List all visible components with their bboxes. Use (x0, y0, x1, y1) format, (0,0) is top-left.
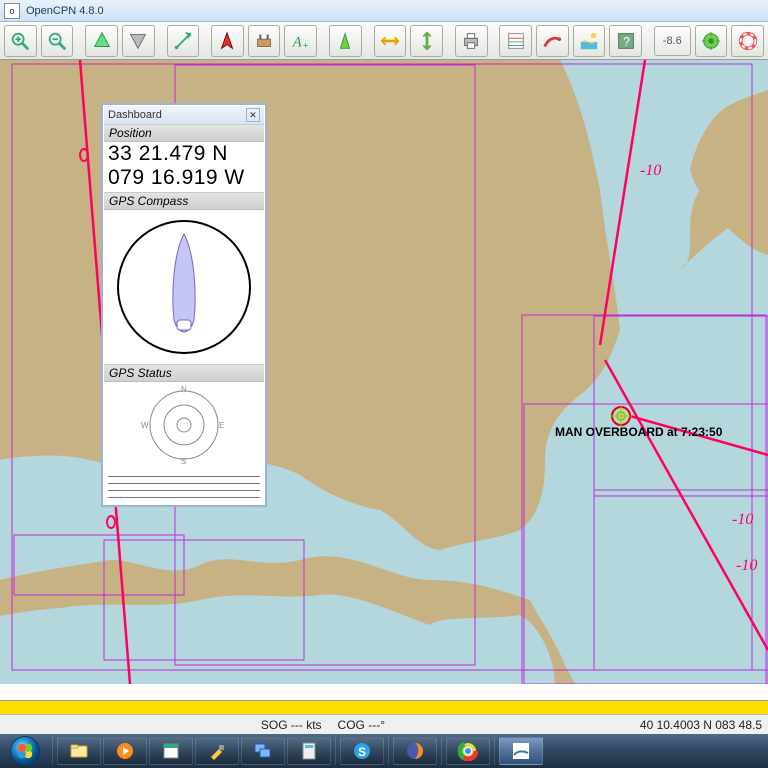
waypoint-marker[interactable] (104, 515, 118, 529)
taskbar-media-icon[interactable] (103, 737, 147, 765)
mob-label: MAN OVERBOARD at 7:23:50 (555, 425, 722, 439)
gps-status-widget: N S E W (104, 382, 264, 504)
dashboard-titlebar[interactable]: Dashboard ✕ (104, 106, 264, 124)
taskbar-app-icon[interactable] (149, 737, 193, 765)
scale-chart-down-button[interactable] (122, 25, 155, 57)
cursor-coords: 40 10.4003 N 083 48.5 (640, 718, 762, 732)
depth-label: -10 (640, 162, 661, 179)
mob-target-icon[interactable] (610, 405, 632, 427)
svg-text:S: S (358, 745, 366, 759)
taskbar-explorer-icon[interactable] (57, 737, 101, 765)
compass-s: S (181, 457, 186, 466)
app-icon: o (4, 3, 20, 19)
chart-canvas[interactable]: -10 -10 -10 MAN OVERBOARD at 7:23:50 Das… (0, 60, 768, 714)
dashboard-close-button[interactable]: ✕ (246, 108, 260, 122)
cog-value: ---° (368, 718, 385, 732)
taskbar-calc-icon[interactable] (287, 737, 331, 765)
zoom-in-button[interactable] (4, 25, 37, 57)
window-title: OpenCPN 4.8.0 (26, 5, 104, 17)
taskbar-firefox-icon[interactable] (393, 737, 437, 765)
compass-e: E (219, 421, 224, 430)
depth-label: -10 (732, 511, 753, 528)
status-bar: SOG --- kts COG ---° 40 10.4003 N 083 48… (0, 714, 768, 734)
compass-section-header: GPS Compass (104, 193, 264, 210)
position-section-header: Position (104, 125, 264, 142)
create-route-button[interactable] (167, 25, 200, 57)
tides-button[interactable] (573, 25, 606, 57)
taskbar-tool-icon[interactable] (195, 737, 239, 765)
horizontal-measure-button[interactable] (374, 25, 407, 57)
text-button[interactable]: A+ (284, 25, 317, 57)
svg-text:A: A (292, 34, 302, 50)
taskbar-chrome-icon[interactable] (446, 737, 490, 765)
track-toggle-button[interactable] (536, 25, 569, 57)
dashboard-panel[interactable]: Dashboard ✕ Position 33 21.479 N 079 16.… (101, 103, 267, 507)
sog-value: --- kts (291, 718, 322, 732)
taskbar-opencpn-icon[interactable] (499, 737, 543, 765)
mob-button[interactable] (731, 25, 764, 57)
settings-button[interactable] (248, 25, 281, 57)
waypoint-marker[interactable] (77, 148, 91, 162)
taskbar-window-icon[interactable] (241, 737, 285, 765)
svg-text:+: + (303, 40, 308, 50)
longitude-value: 079 16.919 W (108, 166, 260, 190)
zoom-level-display: -8.6 (654, 26, 691, 56)
dashboard-title-text: Dashboard (108, 109, 162, 121)
taskbar-skype-icon[interactable]: S (340, 737, 384, 765)
compass-n: N (181, 385, 187, 394)
chart-bar[interactable] (0, 700, 768, 714)
start-button[interactable] (2, 735, 48, 767)
route-manager-button[interactable] (499, 25, 532, 57)
gps-status-icon[interactable] (695, 25, 728, 57)
sog-label: SOG (261, 718, 288, 732)
latitude-value: 33 21.479 N (108, 142, 260, 166)
print-button[interactable] (455, 25, 488, 57)
scale-chart-up-button[interactable] (85, 25, 118, 57)
svg-text:?: ? (623, 34, 630, 48)
zoom-out-button[interactable] (41, 25, 74, 57)
compass-w: W (141, 421, 149, 430)
taskbar[interactable]: S (0, 734, 768, 768)
vertical-measure-button[interactable] (410, 25, 443, 57)
compass-widget (104, 210, 264, 364)
about-button[interactable]: ? (609, 25, 642, 57)
gps-status-section-header: GPS Status (104, 365, 264, 382)
ais-target-button[interactable] (329, 25, 362, 57)
depth-label: -10 (736, 557, 757, 574)
titlebar: o OpenCPN 4.8.0 (0, 0, 768, 22)
auto-follow-button[interactable] (211, 25, 244, 57)
toolbar: A+ ? -8.6 (0, 22, 768, 60)
cog-label: COG (338, 718, 365, 732)
